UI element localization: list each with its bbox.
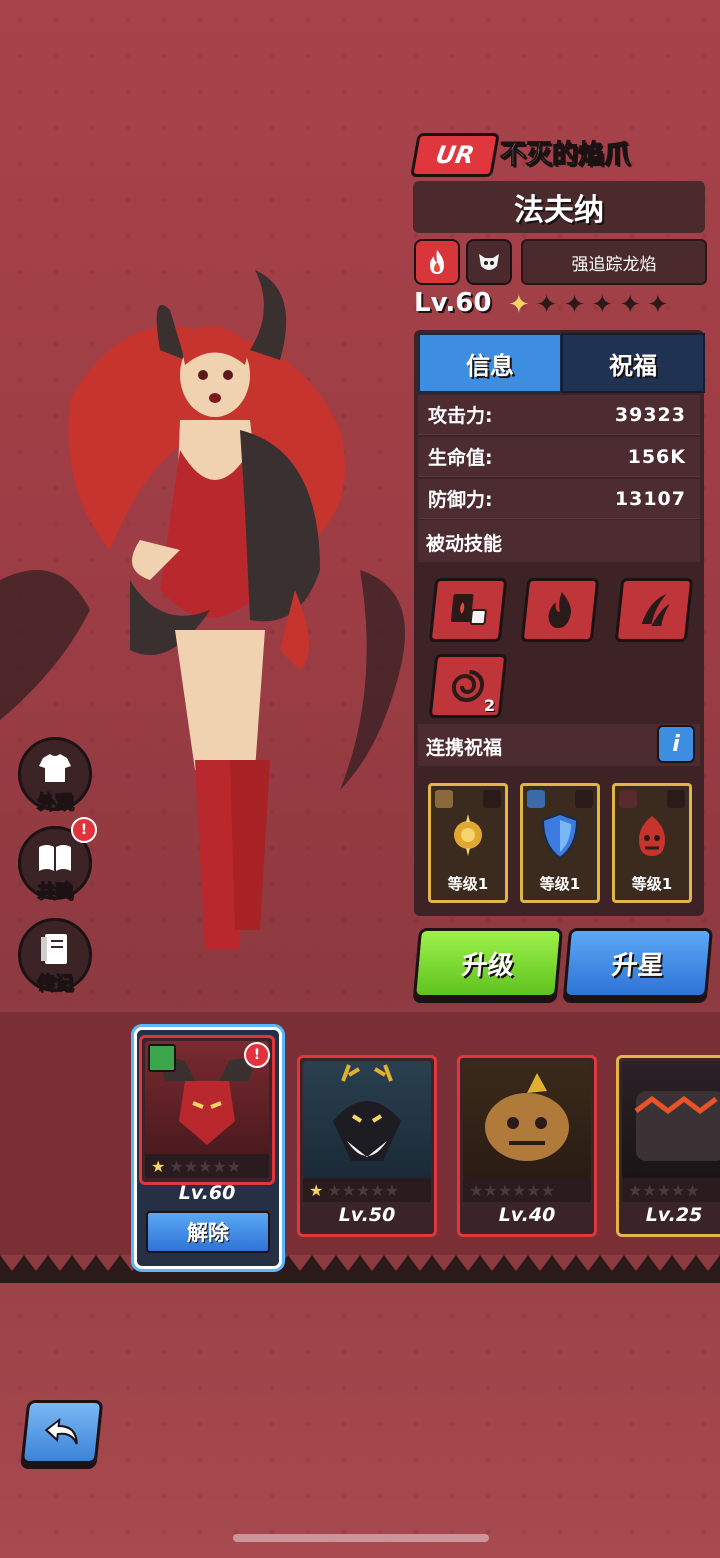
card-level: Lv.25 [645,1204,703,1226]
red-demon-icon [639,816,665,856]
star-empty-icon: ★★★★★★ [469,1180,556,1200]
fire-element-icon[interactable] [414,239,460,285]
stat-label: 攻击力: [428,405,493,427]
roster-card-fafnir[interactable]: ★ ★★★★★ ! [139,1035,275,1185]
star-up-button[interactable]: 升星 [562,928,714,998]
bond-card-gold[interactable]: 等级1 [428,783,508,903]
star-empty-icon: ✦ [563,290,586,320]
stat-label: 防御力: [428,489,493,511]
roster-card-armor[interactable]: ★★★★★ Lv.25 [616,1055,720,1237]
claw-slash-icon[interactable] [614,578,694,642]
hero-portrait [303,1061,431,1179]
demon-faction-icon[interactable] [466,239,512,285]
hero-name: 法夫纳 [514,193,604,228]
star-filled-icon: ✦ [508,290,530,320]
stat-label: 生命值: [428,447,493,469]
bond-level: 等级1 [447,875,489,893]
blue-shield-icon [541,812,579,860]
hero-name-box: 法夫纳 [413,181,705,233]
team-member-icon [148,1044,176,1072]
stat-value: 156K [627,445,686,468]
appearance-label: 外观 [37,792,74,814]
card-stars: ★ ★★★★★ [145,1154,269,1178]
appearance-button[interactable]: 外观 [18,737,92,814]
bond-level: 等级1 [631,875,673,893]
star-filled-icon: ★ [309,1180,324,1200]
tab-blessing[interactable]: 祝福 [561,333,705,393]
card-level: Lv.50 [338,1204,396,1226]
stat-row-hp: 生命值: 156K [418,437,700,477]
stat-value: 39323 [614,403,686,426]
cards-dice-icon[interactable] [428,578,508,642]
notification-badge: ! [71,817,97,843]
bond-card-shield[interactable]: 等级1 [520,783,600,903]
bond-type-icon [619,790,637,808]
back-button[interactable] [20,1400,104,1464]
resonance-button[interactable]: 共鸣 ! [18,817,97,903]
hero-star-rating: ✦ ✦ ✦ ✦ ✦ ✦ [508,290,669,320]
roster-zigzag-border [0,1255,720,1283]
handshake-icon [575,790,593,808]
bond-type-icon [527,790,545,808]
upgrade-button[interactable]: 升级 [412,928,564,998]
info-icon[interactable]: i [657,725,695,763]
hero-portrait [622,1061,720,1179]
vortex-icon[interactable]: 2 [428,654,508,718]
star-empty-icon: ✦ [619,290,641,320]
star-filled-icon: ★ [151,1156,166,1176]
shirt-icon [39,754,71,782]
passive-skills-title: 被动技能 [426,533,503,555]
stat-value: 13107 [614,487,686,510]
hero-portrait [463,1061,591,1179]
bond-level: 等级1 [539,875,581,893]
star-empty-icon: ✦ [646,290,669,320]
card-stars: ★ ★★★★★ [303,1178,431,1202]
journal-icon [41,934,67,964]
roster-card-deer[interactable]: ★ ★★★★★ Lv.50 [297,1055,437,1237]
card-stars: ★★★★★★ [463,1178,591,1202]
notification-badge: ! [244,1042,270,1068]
hero-subtitle: 不灭的焰爪 [499,140,631,171]
card-stars: ★★★★★ [622,1178,720,1202]
tab-info[interactable]: 信息 [418,333,562,393]
bond-type-icon [435,790,453,808]
home-indicator [233,1534,489,1542]
card-level: Lv.60 [178,1182,236,1204]
star-empty-icon: ★★★★★ [169,1156,242,1176]
roster-card-pumpkin[interactable]: ★★★★★★ Lv.40 [457,1055,597,1237]
card-level: Lv.40 [498,1204,556,1226]
bond-card-demon[interactable]: 等级1 [612,783,692,903]
flame-icon[interactable] [520,578,600,642]
stat-row-attack: 攻击力: 39323 [418,395,700,435]
book-icon [39,845,71,871]
biography-label: 传记 [37,973,74,995]
star-empty-icon: ✦ [535,290,558,320]
skill-stack-count: 2 [483,696,495,715]
link-bless-title: 连携祝福 [426,737,503,759]
star-empty-icon: ★★★★★ [628,1180,700,1200]
handshake-icon [483,790,501,808]
biography-button[interactable]: 传记 [18,918,92,995]
release-button[interactable]: 解除 [146,1211,270,1253]
resonance-label: 共鸣 [37,881,74,903]
gold-rune-icon [454,814,482,856]
star-empty-icon: ★★★★★ [327,1180,400,1200]
handshake-icon [667,790,685,808]
rarity-badge: UR [410,133,500,177]
hero-level: Lv.60 [414,288,492,318]
stat-row-defense: 防御力: 13107 [418,479,700,519]
hero-trait-button[interactable]: 强追踪龙焰 [521,239,707,285]
back-arrow-icon [44,1417,78,1445]
star-empty-icon: ✦ [591,290,614,320]
